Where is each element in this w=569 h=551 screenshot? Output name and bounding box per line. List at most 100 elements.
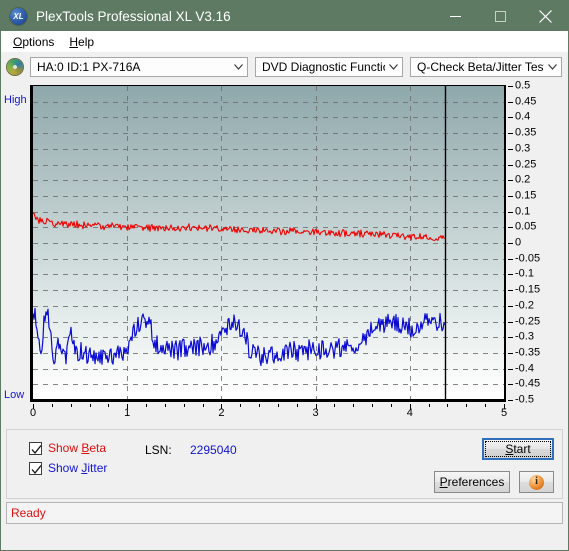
plot-canvas	[33, 86, 504, 399]
y-tick-label: -0.4	[515, 362, 534, 375]
y-tick-label: -0.25	[515, 315, 541, 327]
y-tick-label: -0.15	[515, 283, 541, 296]
y-tick-mark	[508, 133, 513, 134]
lsn-label: LSN:	[145, 443, 172, 457]
start-button[interactable]: Start	[482, 438, 554, 460]
y-tick-mark	[508, 353, 513, 354]
preferences-button[interactable]: Preferences	[434, 471, 510, 493]
x-tick-mark	[428, 404, 430, 407]
y-tick-mark	[508, 243, 513, 244]
y-tick-label: -0.35	[515, 346, 541, 359]
x-tick-mark	[51, 404, 53, 407]
y-tick-mark	[508, 337, 513, 338]
status-bar: Ready	[6, 502, 563, 524]
y-tick-mark	[508, 117, 513, 118]
plot-svg	[33, 86, 504, 399]
start-button-label: Start	[505, 442, 531, 456]
show-beta-label: Show Beta	[48, 441, 107, 455]
x-tick-label: 0	[29, 407, 37, 419]
test-select[interactable]: Q-Check Beta/Jitter Test	[410, 57, 562, 77]
plot-frame	[30, 85, 506, 402]
menu-bar: Options Help	[1, 31, 568, 52]
y-tick-label: 0.4	[515, 110, 531, 123]
function-select[interactable]: DVD Diagnostic Functions	[255, 57, 403, 77]
plextools-window: XL PlexTools Professional XL V3.16 Optio…	[0, 0, 569, 551]
show-beta-row[interactable]: Show Beta	[29, 441, 106, 455]
x-tick-mark	[146, 404, 148, 407]
x-tick-mark	[221, 404, 223, 409]
chevron-down-icon	[230, 64, 247, 70]
x-tick-mark	[259, 404, 261, 407]
test-select-value: Q-Check Beta/Jitter Test	[417, 60, 544, 74]
x-tick-mark	[390, 404, 392, 407]
x-tick-mark	[447, 404, 449, 407]
menu-options-label: ptions	[22, 34, 55, 49]
y-tick-mark	[508, 290, 513, 291]
y-tick-mark	[508, 369, 513, 370]
x-tick-label: 2	[218, 407, 225, 419]
y-tick-mark	[508, 196, 513, 197]
menu-options[interactable]: Options	[7, 33, 63, 51]
title-bar: XL PlexTools Professional XL V3.16	[1, 1, 568, 31]
x-tick-label: 3	[312, 407, 319, 419]
x-tick-mark	[409, 404, 411, 409]
x-tick-mark	[296, 404, 298, 407]
y-tick-mark	[508, 180, 513, 181]
y-tick-mark	[508, 400, 513, 401]
info-button[interactable]: i	[519, 471, 554, 493]
y-tick-mark	[508, 227, 513, 228]
x-tick-mark	[353, 404, 355, 407]
x-tick-mark	[485, 404, 487, 407]
y-tick-label: -0.05	[515, 252, 541, 265]
chevron-down-icon	[385, 64, 402, 70]
y-tick-mark	[508, 212, 513, 213]
controls-panel: Show Beta Show Jitter LSN: 2295040 Start…	[6, 429, 563, 499]
menu-options-accel: O	[13, 34, 23, 49]
x-tick-label: 1	[124, 407, 131, 419]
y-tick-mark	[508, 274, 513, 275]
function-select-value: DVD Diagnostic Functions	[262, 60, 385, 74]
y-tick-label: 0.05	[515, 220, 537, 233]
lsn-value: 2295040	[190, 443, 237, 457]
maximize-icon[interactable]	[478, 1, 523, 31]
x-tick-mark	[240, 404, 242, 407]
y-tick-label: -0.2	[515, 299, 534, 312]
menu-help-label: elp	[78, 34, 95, 49]
y-tick-mark	[508, 102, 513, 103]
y-tick-mark	[508, 322, 513, 323]
y-axis: 0.5 0.45 0.4 0.35 0.3 0.25 0.2 0.15 0.1 0.05 0 -0.0…	[508, 79, 568, 422]
show-beta-accel: B	[81, 441, 90, 455]
chevron-down-icon	[544, 64, 561, 70]
x-tick-mark	[372, 404, 374, 407]
info-icon: i	[529, 474, 544, 490]
drive-select-value: HA:0 ID:1 PX-716A	[37, 60, 141, 74]
chart-area: High Low 0.5 0.45 0.4 0.35 0.3 0.25 0.2 0.15 0.1…	[1, 79, 568, 427]
y-tick-label: -0.1	[515, 267, 534, 280]
y-tick-mark	[508, 306, 513, 307]
optical-disc-icon	[7, 59, 23, 75]
y-tick-label: 0.5	[515, 79, 531, 92]
x-tick-mark	[70, 404, 72, 407]
show-beta-checkbox[interactable]	[29, 441, 42, 455]
status-text: Ready	[11, 506, 46, 520]
window-title: PlexTools Professional XL V3.16	[36, 8, 231, 24]
drive-select[interactable]: HA:0 ID:1 PX-716A	[30, 57, 248, 77]
x-tick-label: 5	[500, 407, 508, 419]
x-tick-mark	[164, 404, 166, 407]
menu-help[interactable]: Help	[63, 33, 103, 51]
x-tick-mark	[183, 404, 185, 407]
y-tick-label: 0.15	[515, 189, 537, 202]
y-tick-label: 0.25	[515, 158, 537, 170]
show-jitter-label: Show Jitter	[48, 461, 108, 475]
x-tick-mark	[202, 404, 204, 407]
minimize-icon[interactable]	[433, 1, 478, 31]
menu-help-accel: H	[69, 34, 79, 49]
start-button-accel: S	[505, 442, 514, 456]
show-jitter-checkbox[interactable]	[29, 461, 42, 475]
show-jitter-row[interactable]: Show Jitter	[29, 461, 107, 475]
x-tick-label: 4	[406, 407, 413, 419]
close-icon[interactable]	[523, 1, 568, 31]
x-tick-mark	[466, 404, 468, 407]
y-tick-label: 0.1	[515, 205, 531, 218]
y-tick-label: 0.3	[515, 142, 531, 155]
